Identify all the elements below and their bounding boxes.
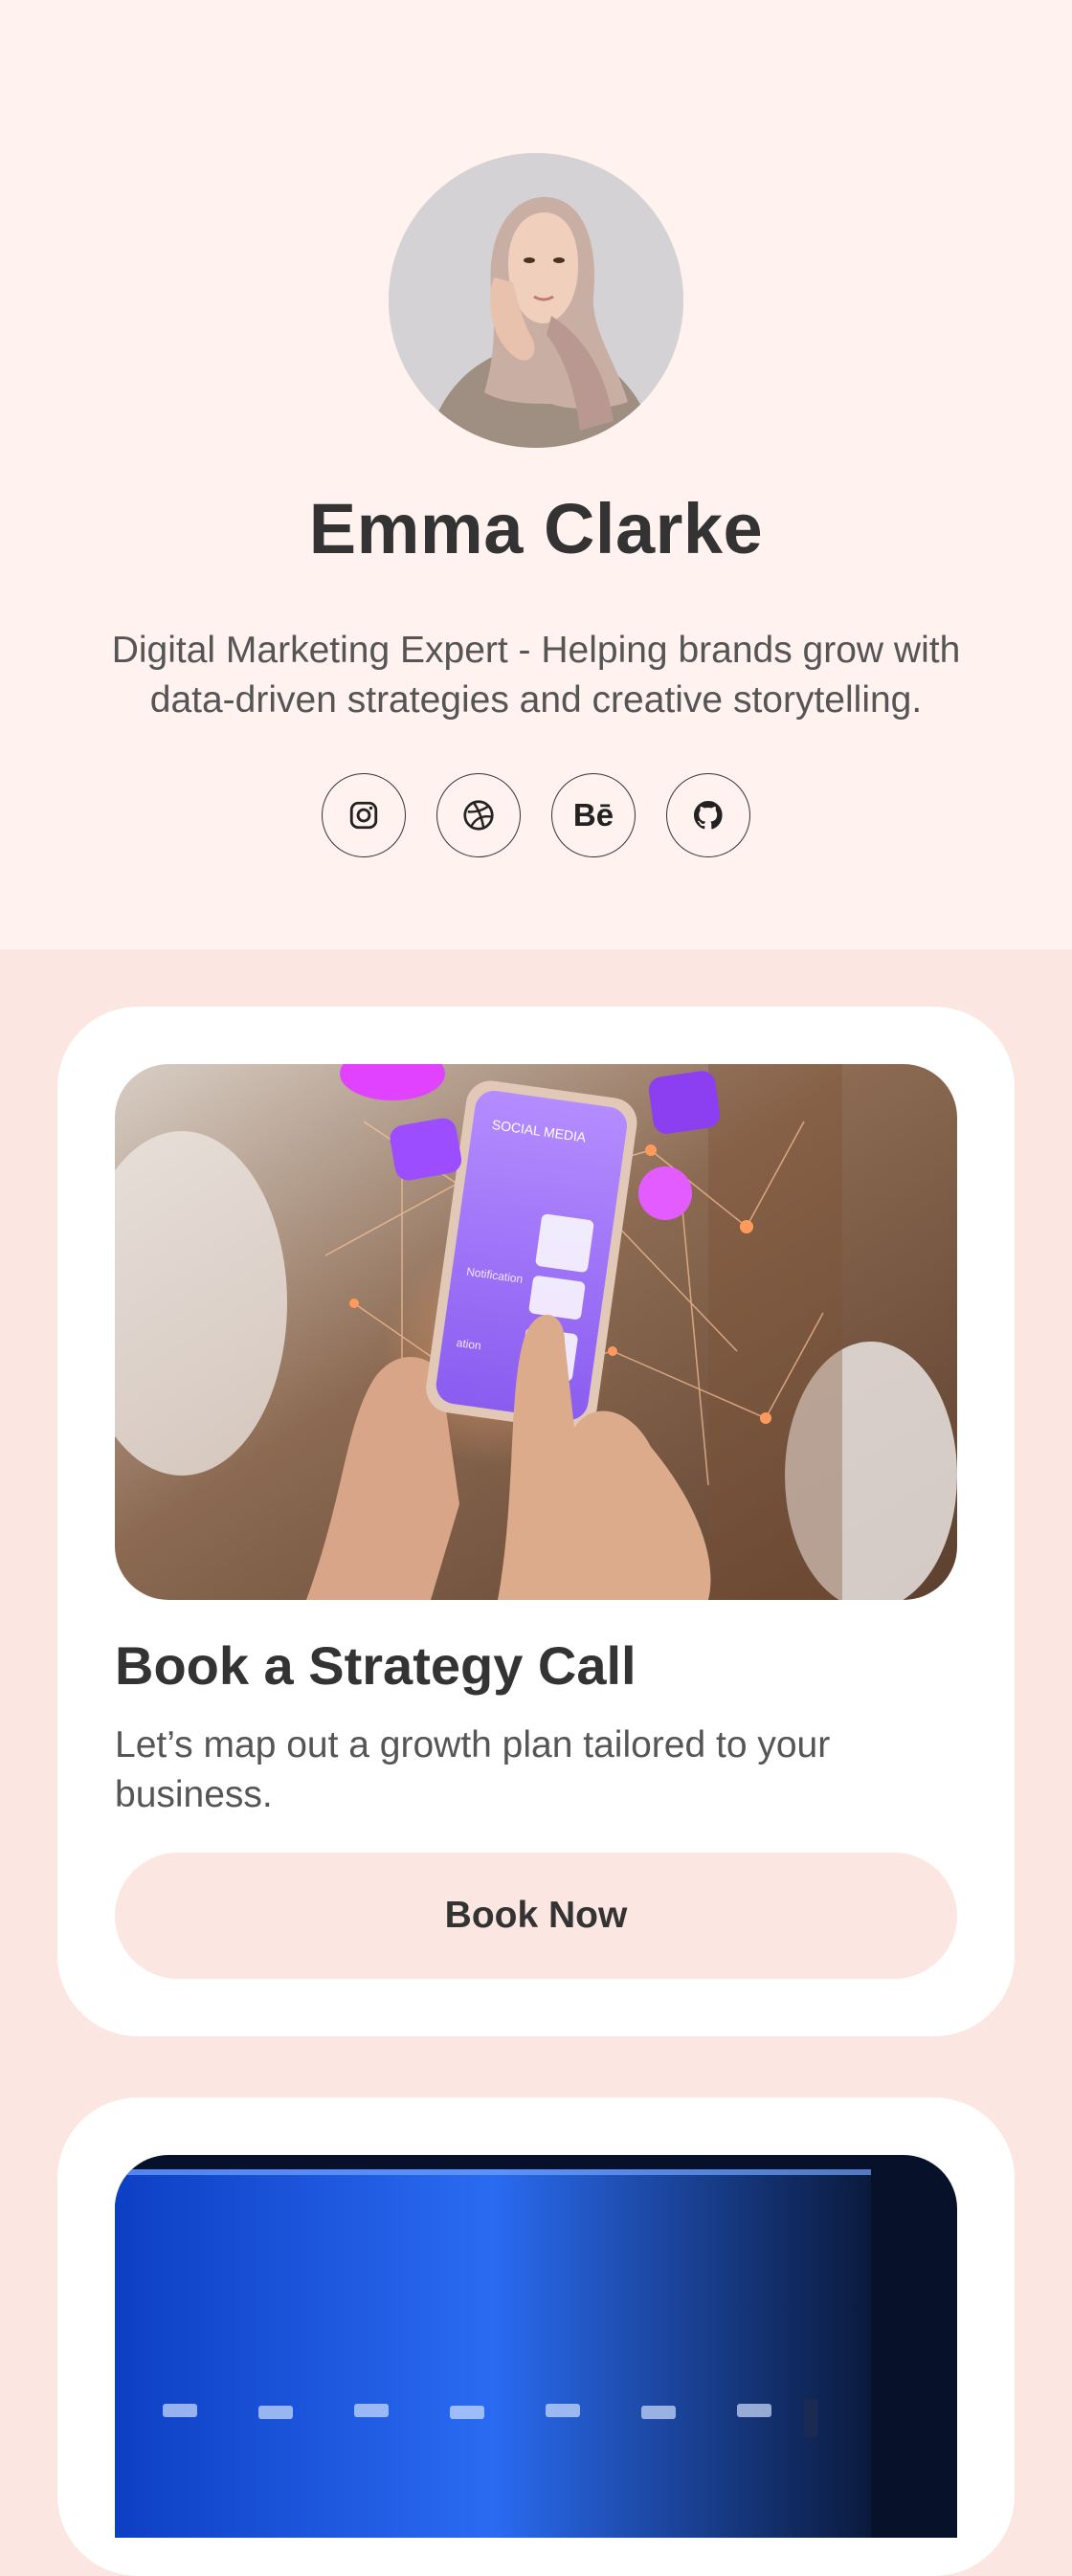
- instagram-icon: [349, 801, 378, 830]
- behance-icon: Bē: [572, 797, 614, 833]
- avatar-photo: [389, 153, 683, 448]
- instagram-link[interactable]: [322, 773, 406, 857]
- profile-bio: Digital Marketing Expert - Helping brand…: [111, 630, 961, 721]
- hands-phone-illustration: SOCIAL MEDIA Notification ation: [115, 1064, 957, 1600]
- dribbble-link[interactable]: [436, 773, 521, 857]
- event-card: [57, 2098, 1015, 2576]
- github-link[interactable]: [666, 773, 750, 857]
- avatar: [389, 153, 683, 448]
- card-title: Book a Strategy Call: [115, 1635, 636, 1696]
- social-links: Bē: [0, 773, 1072, 857]
- profile-header: Emma Clarke Digital Marketing Expert - H…: [0, 0, 1072, 949]
- book-now-button[interactable]: Book Now: [115, 1853, 957, 1979]
- strategy-call-card: SOCIAL MEDIA Notification ation Book a S…: [57, 1007, 1015, 2036]
- github-icon: [694, 801, 723, 830]
- card-image-conference: [115, 2155, 957, 2538]
- card-description: Let’s map out a growth plan tailored to …: [115, 1724, 831, 1815]
- card-image-social-media: SOCIAL MEDIA Notification ation: [115, 1064, 957, 1600]
- profile-name: Emma Clarke: [308, 489, 764, 568]
- conference-stage-image: [115, 2155, 957, 2538]
- behance-link[interactable]: Bē: [551, 773, 636, 857]
- dribbble-icon: [463, 800, 494, 831]
